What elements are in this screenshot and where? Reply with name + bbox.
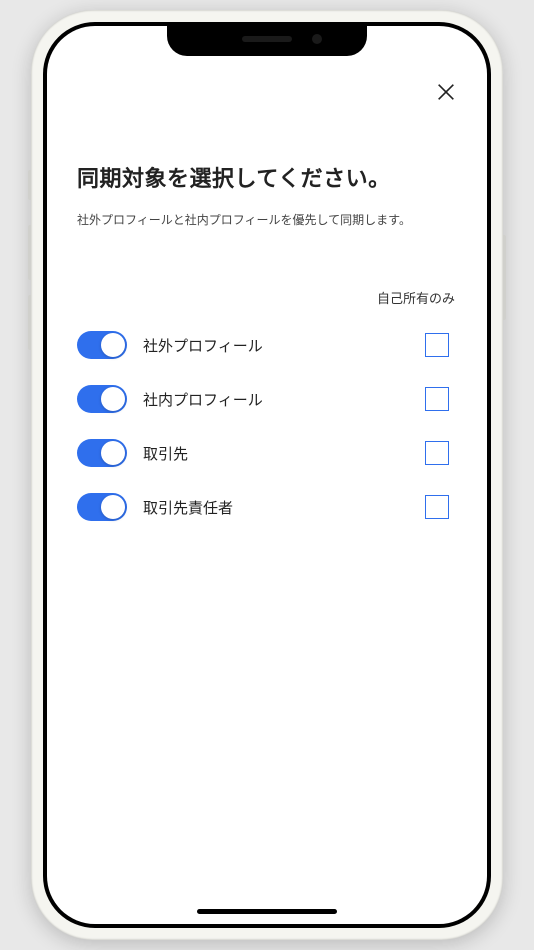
phone-bezel: 同期対象を選択してください。 社外プロフィールと社内プロフィールを優先して同期し… xyxy=(43,22,491,928)
close-button[interactable] xyxy=(435,81,457,103)
toggle-knob xyxy=(101,333,125,357)
checkbox-own-only-external-profile[interactable] xyxy=(425,333,449,357)
option-label: 取引先責任者 xyxy=(143,497,425,518)
option-row-internal-profile: 社内プロフィール xyxy=(77,385,457,413)
option-row-external-profile: 社外プロフィール xyxy=(77,331,457,359)
page-subtitle: 社外プロフィールと社内プロフィールを優先して同期します。 xyxy=(77,211,457,230)
mute-switch xyxy=(28,170,31,200)
toggle-accounts[interactable] xyxy=(77,439,127,467)
phone-frame: 同期対象を選択してください。 社外プロフィールと社内プロフィールを優先して同期し… xyxy=(31,10,503,940)
toggle-internal-profile[interactable] xyxy=(77,385,127,413)
checkbox-own-only-accounts[interactable] xyxy=(425,441,449,465)
modal-content: 同期対象を選択してください。 社外プロフィールと社内プロフィールを優先して同期し… xyxy=(47,26,487,924)
toggle-knob xyxy=(101,441,125,465)
option-row-contacts: 取引先責任者 xyxy=(77,493,457,521)
checkbox-own-only-internal-profile[interactable] xyxy=(425,387,449,411)
own-only-column-header: 自己所有のみ xyxy=(77,288,457,307)
toggle-contacts[interactable] xyxy=(77,493,127,521)
option-row-accounts: 取引先 xyxy=(77,439,457,467)
power-button xyxy=(503,235,506,320)
option-label: 社外プロフィール xyxy=(143,335,425,356)
checkbox-own-only-contacts[interactable] xyxy=(425,495,449,519)
option-label: 取引先 xyxy=(143,443,425,464)
toggle-knob xyxy=(101,387,125,411)
close-icon xyxy=(435,81,457,103)
screen: 同期対象を選択してください。 社外プロフィールと社内プロフィールを優先して同期し… xyxy=(47,26,487,924)
notch xyxy=(167,26,367,56)
option-label: 社内プロフィール xyxy=(143,389,425,410)
home-indicator[interactable] xyxy=(197,909,337,914)
sync-options-list: 社外プロフィール 社内プロフィール 取引先 xyxy=(77,331,457,521)
volume-down-button xyxy=(28,295,31,350)
page-title: 同期対象を選択してください。 xyxy=(77,161,457,193)
toggle-external-profile[interactable] xyxy=(77,331,127,359)
toggle-knob xyxy=(101,495,125,519)
volume-up-button xyxy=(28,225,31,280)
